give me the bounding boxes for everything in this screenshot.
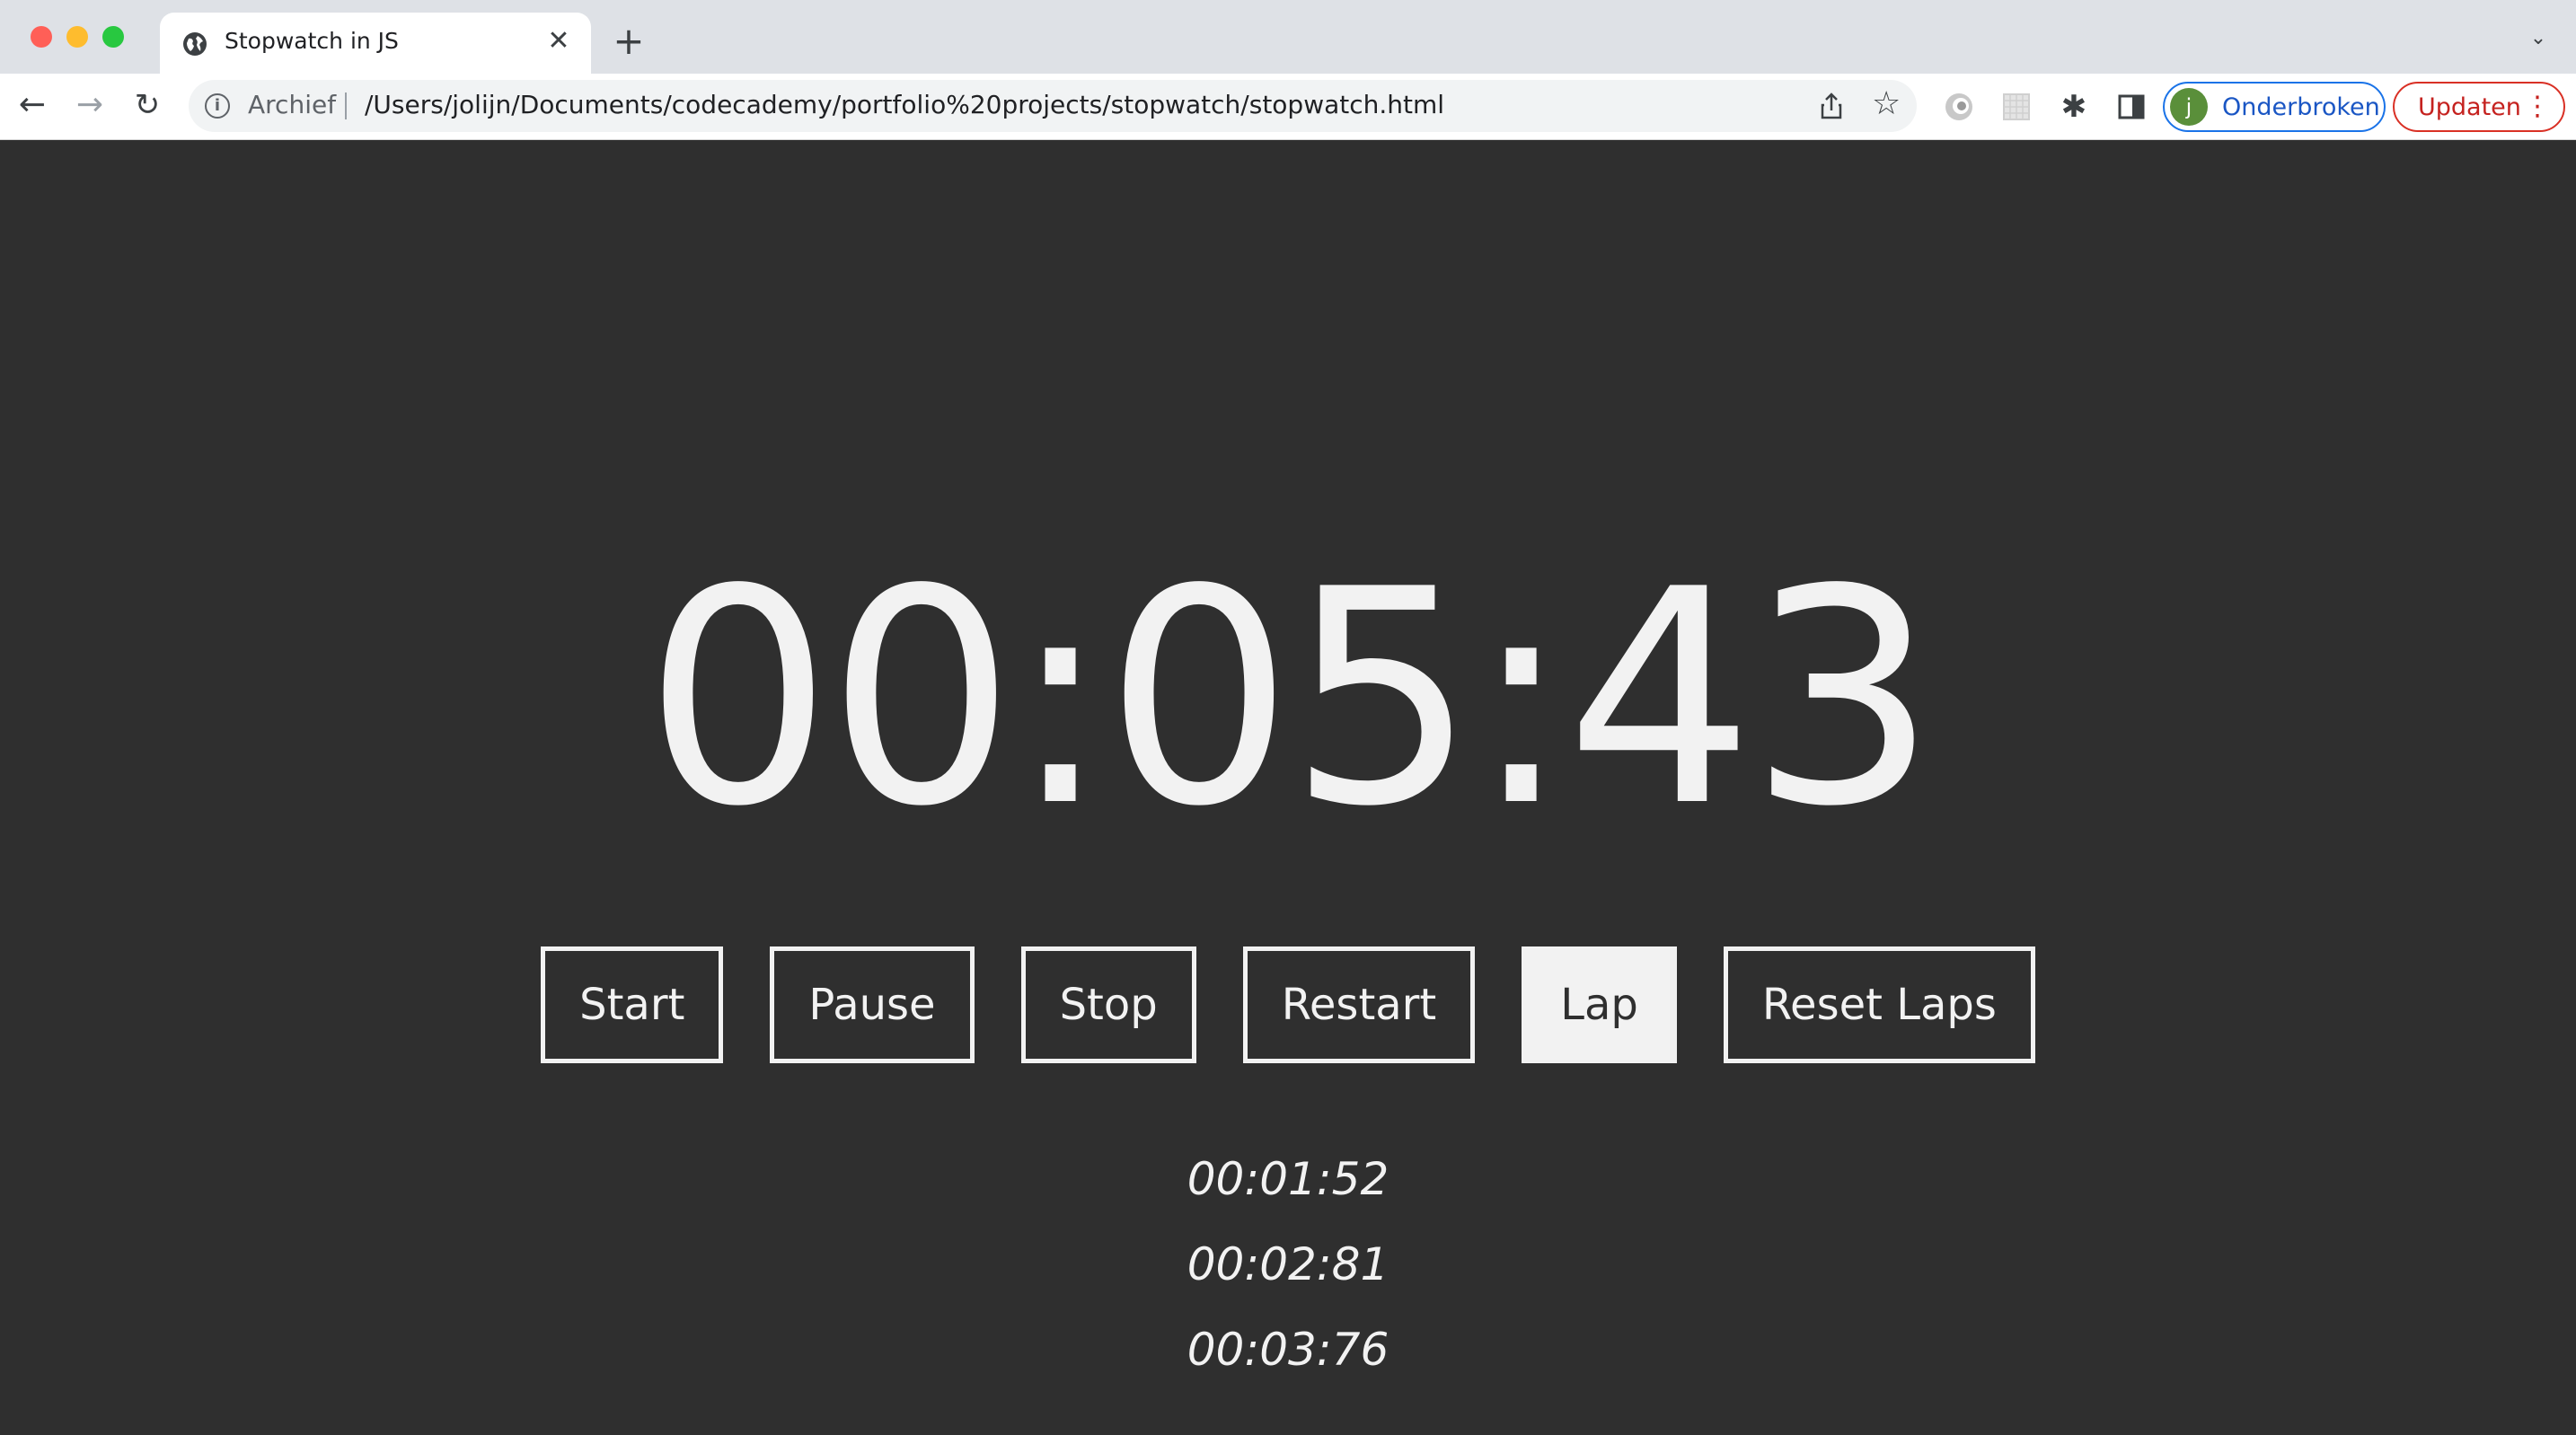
tab-search-icon[interactable]: ⌄: [2522, 27, 2554, 59]
window-close-button[interactable]: [31, 26, 52, 48]
address-bar[interactable]: i Archief /Users/jolijn/Documents/codeca…: [189, 80, 1917, 132]
control-buttons: Start Pause Stop Restart Lap Reset Laps: [0, 946, 2576, 1063]
lap-button[interactable]: Lap: [1522, 946, 1677, 1063]
back-button[interactable]: ←: [14, 88, 50, 124]
browser-tab[interactable]: Stopwatch in JS ✕: [160, 13, 591, 74]
address-separator: [345, 92, 347, 119]
stopwatch-page: 00:05:43 Start Pause Stop Restart Lap Re…: [0, 140, 2576, 1435]
stopwatch-display: 00:05:43: [643, 526, 1937, 871]
tab-close-icon[interactable]: ✕: [543, 25, 575, 57]
restart-button[interactable]: Restart: [1242, 946, 1476, 1063]
stop-button[interactable]: Stop: [1020, 946, 1196, 1063]
share-icon[interactable]: [1816, 91, 1847, 121]
lap-time: 00:02:81: [1187, 1238, 1389, 1290]
window-minimize-button[interactable]: [66, 26, 88, 48]
start-button[interactable]: Start: [541, 946, 724, 1063]
url-text[interactable]: /Users/jolijn/Documents/codecademy/portf…: [365, 90, 1444, 119]
more-menu-icon[interactable]: ⋮: [2524, 91, 2551, 123]
reset-laps-button[interactable]: Reset Laps: [1723, 946, 2035, 1063]
forward-button[interactable]: →: [72, 88, 108, 124]
bookmark-star-icon[interactable]: ☆: [1872, 85, 1901, 122]
update-label: Updaten: [2418, 93, 2521, 121]
lap-time: 00:01:52: [1187, 1153, 1389, 1205]
extension-grid-icon[interactable]: [1999, 90, 2033, 124]
avatar: j: [2170, 88, 2208, 126]
lap-time: 00:03:76: [1187, 1324, 1389, 1376]
globe-icon: [183, 32, 207, 56]
lap-list: 00:01:52 00:02:81 00:03:76: [0, 1137, 2576, 1393]
info-icon[interactable]: i: [205, 93, 230, 119]
extension-icon[interactable]: [1942, 90, 1976, 124]
side-panel-icon[interactable]: [2114, 90, 2148, 124]
new-tab-button[interactable]: +: [611, 22, 647, 61]
update-button[interactable]: Updaten ⋮: [2393, 82, 2565, 132]
file-scheme-label: Archief: [248, 90, 337, 119]
profile-button[interactable]: j Onderbroken: [2163, 82, 2386, 132]
tab-strip: Stopwatch in JS ✕ + ⌄: [0, 0, 2576, 74]
tab-title: Stopwatch in JS: [225, 28, 399, 54]
profile-status-label: Onderbroken: [2222, 93, 2380, 121]
window-maximize-button[interactable]: [102, 26, 124, 48]
reload-button[interactable]: ↻: [129, 88, 165, 124]
puzzle-icon[interactable]: ✱: [2057, 90, 2091, 124]
pause-button[interactable]: Pause: [770, 946, 975, 1063]
browser-toolbar: ← → ↻ i Archief /Users/jolijn/Documents/…: [0, 74, 2576, 140]
